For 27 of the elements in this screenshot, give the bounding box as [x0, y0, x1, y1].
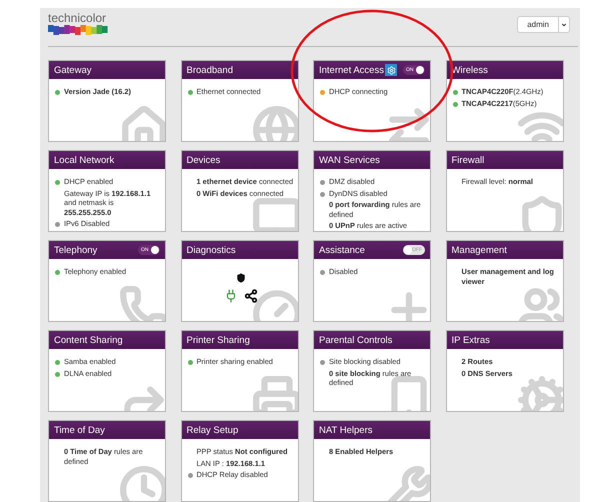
- card-title: IP Extras: [452, 334, 490, 346]
- card-title: Assistance: [319, 244, 365, 256]
- card-title: Content Sharing: [54, 334, 123, 346]
- card-title: NAT Helpers: [319, 424, 372, 436]
- card-title: Time of Day: [54, 424, 105, 436]
- card-title: Management: [452, 244, 507, 256]
- dashboard-card[interactable]: Diagnostics: [180, 240, 298, 322]
- card-title: Internet Access: [319, 64, 384, 76]
- card-title: Wireless: [452, 64, 488, 76]
- user-menu-dropdown[interactable]: admin: [517, 16, 570, 33]
- logo-icon: [48, 25, 108, 35]
- shield-icon: [236, 273, 246, 283]
- card-title: Firewall: [452, 154, 484, 166]
- settings-button[interactable]: [385, 64, 397, 76]
- card-title: Devices: [186, 154, 220, 166]
- card-title: Parental Controls: [319, 334, 392, 346]
- card-title: Broadband: [186, 64, 233, 76]
- card-title: Diagnostics: [186, 244, 236, 256]
- caret-icon: [561, 22, 567, 28]
- logo-text: technicolor: [48, 12, 106, 25]
- card-title: Relay Setup: [186, 424, 238, 436]
- card-title: Printer Sharing: [186, 334, 250, 346]
- card-title: Telephony: [54, 244, 98, 256]
- network-nodes-icon[interactable]: [244, 289, 258, 303]
- card-title: Gateway: [54, 64, 92, 76]
- card-title: WAN Services: [319, 154, 380, 166]
- card-title: Local Network: [54, 154, 114, 166]
